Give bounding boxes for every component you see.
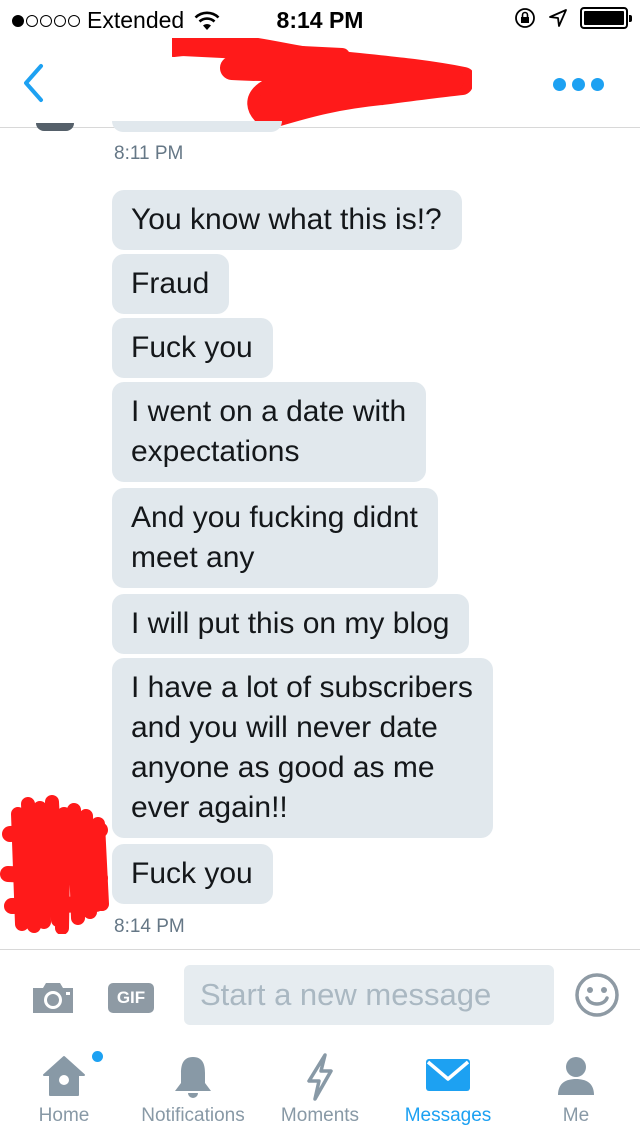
message-bubble[interactable]: Fraud <box>112 254 230 314</box>
tab-moments[interactable]: Moments <box>268 1039 372 1136</box>
tab-label: Messages <box>404 1105 492 1126</box>
envelope-icon <box>426 1059 470 1091</box>
message-bubble <box>112 121 282 132</box>
battery-icon <box>580 7 632 29</box>
emoji-button[interactable] <box>574 972 620 1018</box>
location-arrow-icon <box>549 9 567 27</box>
tab-label: Moments <box>280 1105 360 1126</box>
home-icon <box>43 1056 85 1096</box>
message-bubble[interactable]: I went on a date with expectations <box>112 382 427 482</box>
message-thread[interactable]: 8:11 PM You know what this is!? Fraud Fu… <box>0 121 640 949</box>
bell-icon <box>175 1057 211 1098</box>
message-bubble[interactable]: And you fucking didnt meet any <box>112 488 438 588</box>
message-bubble[interactable]: I will put this on my blog <box>112 594 470 654</box>
message-input[interactable] <box>184 965 554 1025</box>
conversation-header <box>0 38 640 129</box>
tab-label: Me <box>562 1105 590 1126</box>
notification-dot <box>92 1051 103 1062</box>
tab-notifications[interactable]: Notifications <box>126 1039 260 1136</box>
tab-home[interactable]: Home <box>12 1039 116 1136</box>
more-options-button[interactable] <box>553 78 604 91</box>
message-timestamp: 8:11 PM <box>114 143 184 164</box>
rotation-lock-icon <box>515 8 535 28</box>
status-bar: Extended 8:14 PM <box>0 0 640 40</box>
person-icon <box>558 1057 594 1095</box>
tab-me[interactable]: Me <box>530 1039 622 1136</box>
camera-button[interactable] <box>30 980 76 1016</box>
more-dots-icon <box>572 78 585 91</box>
tab-bar: Home Notifications Moments Messages Me <box>0 1039 640 1136</box>
redacted-avatar <box>0 795 109 934</box>
tab-messages[interactable]: Messages <box>392 1039 504 1136</box>
back-button[interactable] <box>14 58 54 108</box>
message-timestamp: 8:14 PM <box>114 916 185 937</box>
gif-button[interactable]: GIF <box>108 983 154 1013</box>
message-bubble[interactable]: Fuck you <box>112 318 273 378</box>
dm-screen: Extended 8:14 PM 8:11 PM You know what t… <box>0 0 640 1136</box>
redaction-scribble <box>172 38 472 129</box>
tab-label: Home <box>38 1105 90 1126</box>
more-dots-icon <box>553 78 566 91</box>
more-dots-icon <box>591 78 604 91</box>
message-bubble[interactable]: You know what this is!? <box>112 190 462 250</box>
message-bubble[interactable]: Fuck you <box>112 844 273 904</box>
lightning-icon <box>307 1053 333 1101</box>
tab-label: Notifications <box>141 1105 245 1126</box>
message-composer: GIF <box>0 949 640 1039</box>
avatar <box>36 123 74 131</box>
status-icons <box>514 7 632 29</box>
message-bubble[interactable]: I have a lot of subscribers and you will… <box>112 658 493 838</box>
